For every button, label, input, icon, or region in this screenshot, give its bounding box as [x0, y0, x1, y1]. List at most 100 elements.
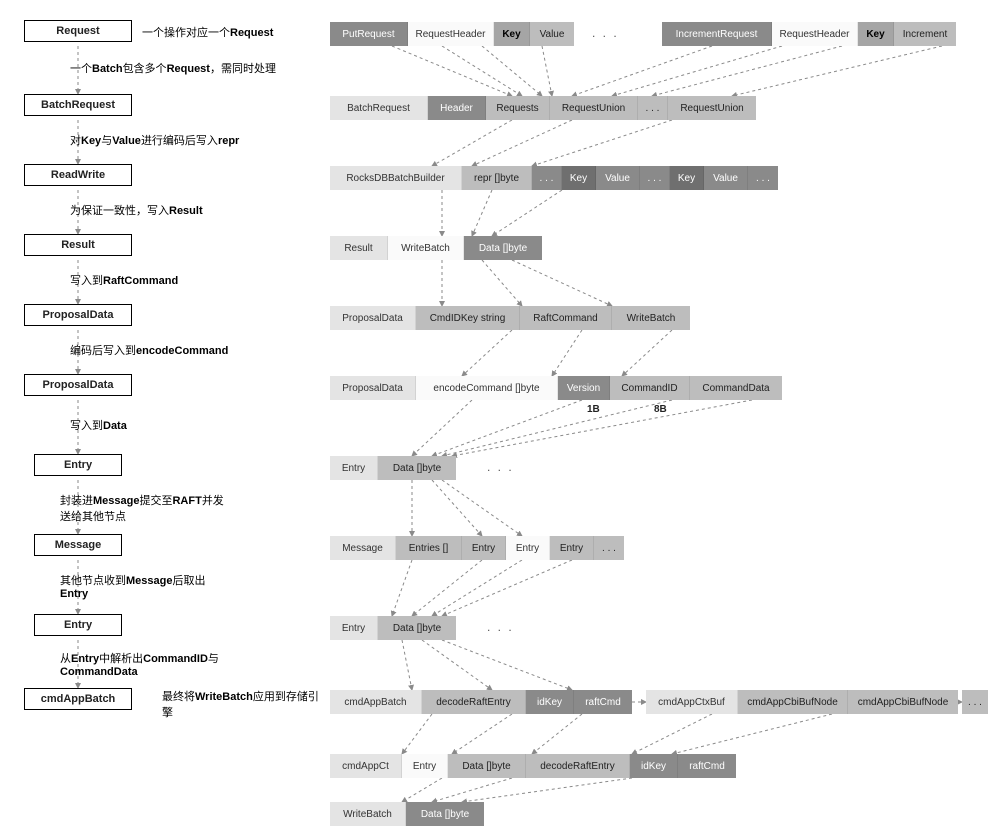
field-prop2-4: CommandData: [690, 376, 782, 400]
struct-rocks: RocksDBBatchBuilderrepr []byte. . .KeyVa…: [330, 166, 778, 190]
field-wb-0: WriteBatch: [330, 802, 406, 826]
field-cmdbatch1-2: idKey: [526, 690, 574, 714]
field-putreq-0: PutRequest: [330, 22, 408, 46]
field-result-1: WriteBatch: [388, 236, 464, 260]
field-rocks-8: . . .: [748, 166, 778, 190]
struct-cmdbatch2: cmdAppCtxBufcmdAppCbiBufNodecmdAppCbiBuf…: [646, 690, 958, 714]
step-label-8: 其他节点收到Message后取出Entry: [60, 572, 205, 600]
step-label-4: 写入到RaftCommand: [70, 272, 178, 288]
field-rocks-7: Value: [704, 166, 748, 190]
field-batch-3: RequestUnion: [550, 96, 638, 120]
field-msg-1: Entries []: [396, 536, 462, 560]
struct-entry1: EntryData []byte: [330, 456, 456, 480]
field-prop2-3: CommandID: [610, 376, 690, 400]
field-prop1-2: RaftCommand: [520, 306, 612, 330]
field-result-2: Data []byte: [464, 236, 542, 260]
stage-request: Request: [24, 20, 132, 42]
struct-cmdbatch3: . . .: [962, 690, 988, 714]
stage-result: Result: [24, 234, 132, 256]
field-cmdbatch3-0: . . .: [962, 690, 988, 714]
struct-prop1: ProposalDataCmdIDKey stringRaftCommandWr…: [330, 306, 690, 330]
field-increq-0: IncrementRequest: [662, 22, 772, 46]
struct-putreq: PutRequestRequestHeaderKeyValue: [330, 22, 574, 46]
struct-cmdbatch1: cmdAppBatchdecodeRaftEntryidKeyraftCmd: [330, 690, 632, 714]
field-batch-4: . . .: [638, 96, 668, 120]
field-entry2-0: Entry: [330, 616, 378, 640]
field-batch-0: BatchRequest: [330, 96, 428, 120]
stage-message: Message: [34, 534, 122, 556]
step-label-6: 写入到Data: [70, 417, 127, 433]
field-wb-1: Data []byte: [406, 802, 484, 826]
field-prop1-0: ProposalData: [330, 306, 416, 330]
field-putreq-3: Value: [530, 22, 574, 46]
struct-result: ResultWriteBatchData []byte: [330, 236, 542, 260]
field-batch-2: Requests: [486, 96, 550, 120]
field-increq-1: RequestHeader: [772, 22, 858, 46]
field-msg-4: Entry: [550, 536, 594, 560]
struct-ctx: cmdAppCtEntryData []bytedecodeRaftEntryi…: [330, 754, 736, 778]
field-rocks-2: . . .: [532, 166, 562, 190]
stage-entry2: Entry: [34, 614, 122, 636]
field-ctx-4: idKey: [630, 754, 678, 778]
struct-prop2: ProposalDataencodeCommand []byteVersionC…: [330, 376, 782, 400]
field-putreq-2: Key: [494, 22, 530, 46]
field-rocks-6: Key: [670, 166, 704, 190]
field-ctx-3: decodeRaftEntry: [526, 754, 630, 778]
field-ctx-1: Entry: [402, 754, 448, 778]
field-cmdbatch2-2: cmdAppCbiBufNode: [848, 690, 958, 714]
ellipsis-1: . . .: [487, 460, 514, 474]
field-prop1-1: CmdIDKey string: [416, 306, 520, 330]
field-rocks-4: Value: [596, 166, 640, 190]
field-msg-3: Entry: [506, 536, 550, 560]
field-increq-3: Increment: [894, 22, 956, 46]
stage-entry1: Entry: [34, 454, 122, 476]
field-rocks-3: Key: [562, 166, 596, 190]
stage-proposaldata1: ProposalData: [24, 304, 132, 326]
struct-entry2: EntryData []byte: [330, 616, 456, 640]
struct-msg: MessageEntries []EntryEntryEntry. . .: [330, 536, 624, 560]
stage-readwrite: ReadWrite: [24, 164, 132, 186]
field-cmdbatch2-0: cmdAppCtxBuf: [646, 690, 738, 714]
field-batch-1: Header: [428, 96, 486, 120]
field-cmdbatch1-1: decodeRaftEntry: [422, 690, 526, 714]
field-ctx-2: Data []byte: [448, 754, 526, 778]
field-prop2-0: ProposalData: [330, 376, 416, 400]
field-msg-5: . . .: [594, 536, 624, 560]
step-label-9: 从Entry中解析出CommandID与CommandData: [60, 650, 219, 678]
step-label-5: 编码后写入到encodeCommand: [70, 342, 228, 358]
stage-cmdappbatch: cmdAppBatch: [24, 688, 132, 710]
step-label-10: 最终将WriteBatch应用到存储引擎: [162, 688, 319, 720]
stage-proposaldata2: ProposalData: [24, 374, 132, 396]
anno-1: 8B: [654, 404, 667, 415]
field-entry2-1: Data []byte: [378, 616, 456, 640]
field-entry1-1: Data []byte: [378, 456, 456, 480]
step-label-2: 对Key与Value进行编码后写入repr: [70, 132, 239, 148]
field-prop1-3: WriteBatch: [612, 306, 690, 330]
field-entry1-0: Entry: [330, 456, 378, 480]
struct-batch: BatchRequestHeaderRequestsRequestUnion. …: [330, 96, 756, 120]
field-cmdbatch1-3: raftCmd: [574, 690, 632, 714]
field-cmdbatch1-0: cmdAppBatch: [330, 690, 422, 714]
field-prop2-2: Version: [558, 376, 610, 400]
ellipsis-2: . . .: [487, 620, 514, 634]
field-msg-2: Entry: [462, 536, 506, 560]
step-label-1: 一个Batch包含多个Request，需同时处理: [70, 60, 276, 76]
data-flow-diagram: Request BatchRequest ReadWrite Result Propos…: [12, 12, 988, 818]
anno-0: 1B: [587, 404, 600, 415]
field-cmdbatch2-1: cmdAppCbiBufNode: [738, 690, 848, 714]
step-label-0: 一个操作对应一个Request: [142, 24, 273, 40]
field-msg-0: Message: [330, 536, 396, 560]
field-rocks-5: . . .: [640, 166, 670, 190]
step-label-7: 封装进Message提交至RAFT并发送给其他节点: [60, 492, 224, 524]
field-ctx-0: cmdAppCt: [330, 754, 402, 778]
struct-increq: IncrementRequestRequestHeaderKeyIncremen…: [662, 22, 956, 46]
ellipsis-0: . . .: [592, 26, 619, 40]
field-putreq-1: RequestHeader: [408, 22, 494, 46]
struct-wb: WriteBatchData []byte: [330, 802, 484, 826]
field-result-0: Result: [330, 236, 388, 260]
field-increq-2: Key: [858, 22, 894, 46]
field-rocks-1: repr []byte: [462, 166, 532, 190]
stage-batchrequest: BatchRequest: [24, 94, 132, 116]
field-prop2-1: encodeCommand []byte: [416, 376, 558, 400]
field-rocks-0: RocksDBBatchBuilder: [330, 166, 462, 190]
